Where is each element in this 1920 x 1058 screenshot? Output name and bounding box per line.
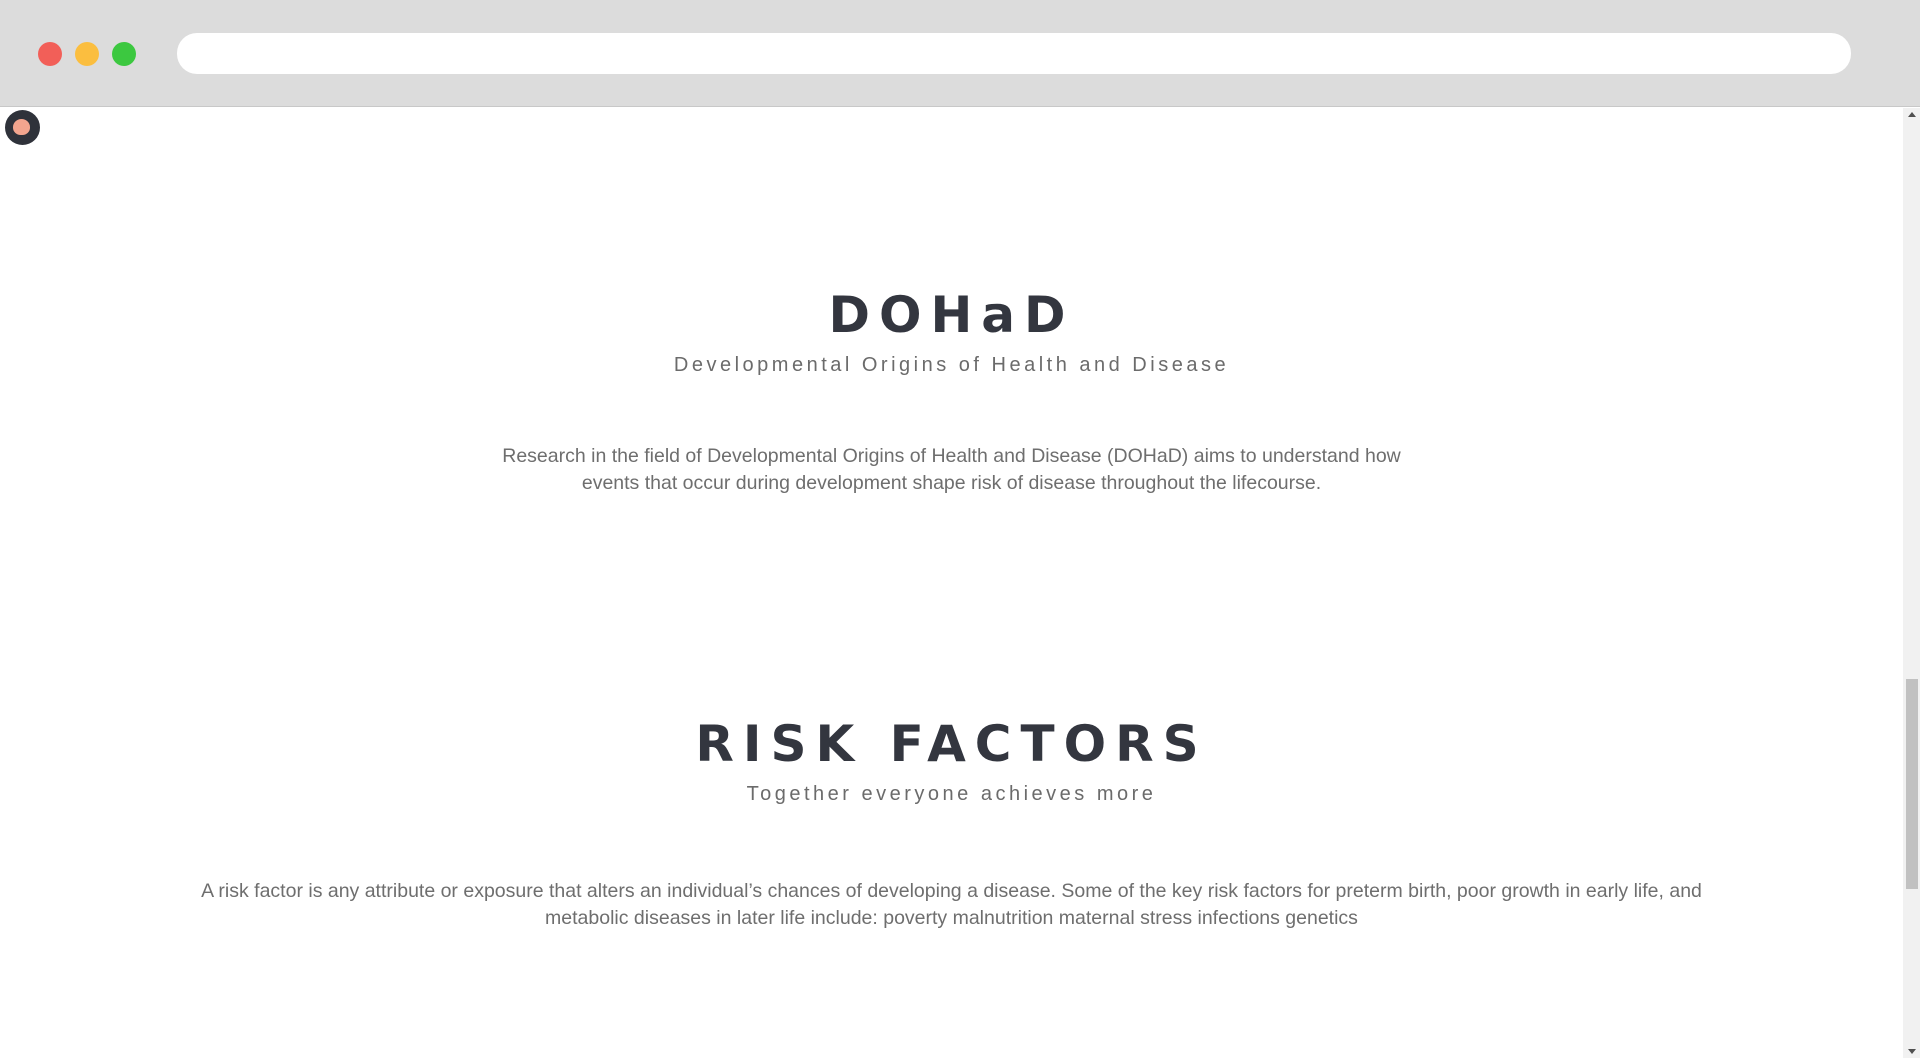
- minimize-window-button[interactable]: [75, 42, 99, 66]
- scroll-down-arrow-icon[interactable]: [1908, 1049, 1916, 1054]
- address-bar[interactable]: [177, 33, 1851, 74]
- page-viewport: DOHaD Developmental Origins of Health an…: [0, 108, 1920, 1058]
- section-title: DOHaD: [828, 286, 1075, 344]
- browser-chrome: [0, 0, 1920, 107]
- close-window-button[interactable]: [38, 42, 62, 66]
- fetus-logo-icon[interactable]: [5, 110, 40, 145]
- vertical-scrollbar[interactable]: [1903, 108, 1920, 1058]
- section-subtitle: Together everyone achieves more: [746, 783, 1157, 805]
- scroll-up-arrow-icon[interactable]: [1908, 112, 1916, 117]
- section-body: A risk factor is any attribute or exposu…: [201, 880, 1702, 929]
- dohad-section: DOHaD Developmental Origins of Health an…: [0, 286, 1903, 497]
- section-subtitle: Developmental Origins of Health and Dise…: [673, 354, 1230, 376]
- scrollbar-thumb[interactable]: [1906, 679, 1918, 889]
- maximize-window-button[interactable]: [112, 42, 136, 66]
- logo-figure: [13, 119, 30, 135]
- section-title: RISK FACTORS: [695, 715, 1208, 773]
- section-body: Research in the field of Developmental O…: [502, 445, 1401, 494]
- risk-factors-section: RISK FACTORS Together everyone achieves …: [0, 715, 1903, 932]
